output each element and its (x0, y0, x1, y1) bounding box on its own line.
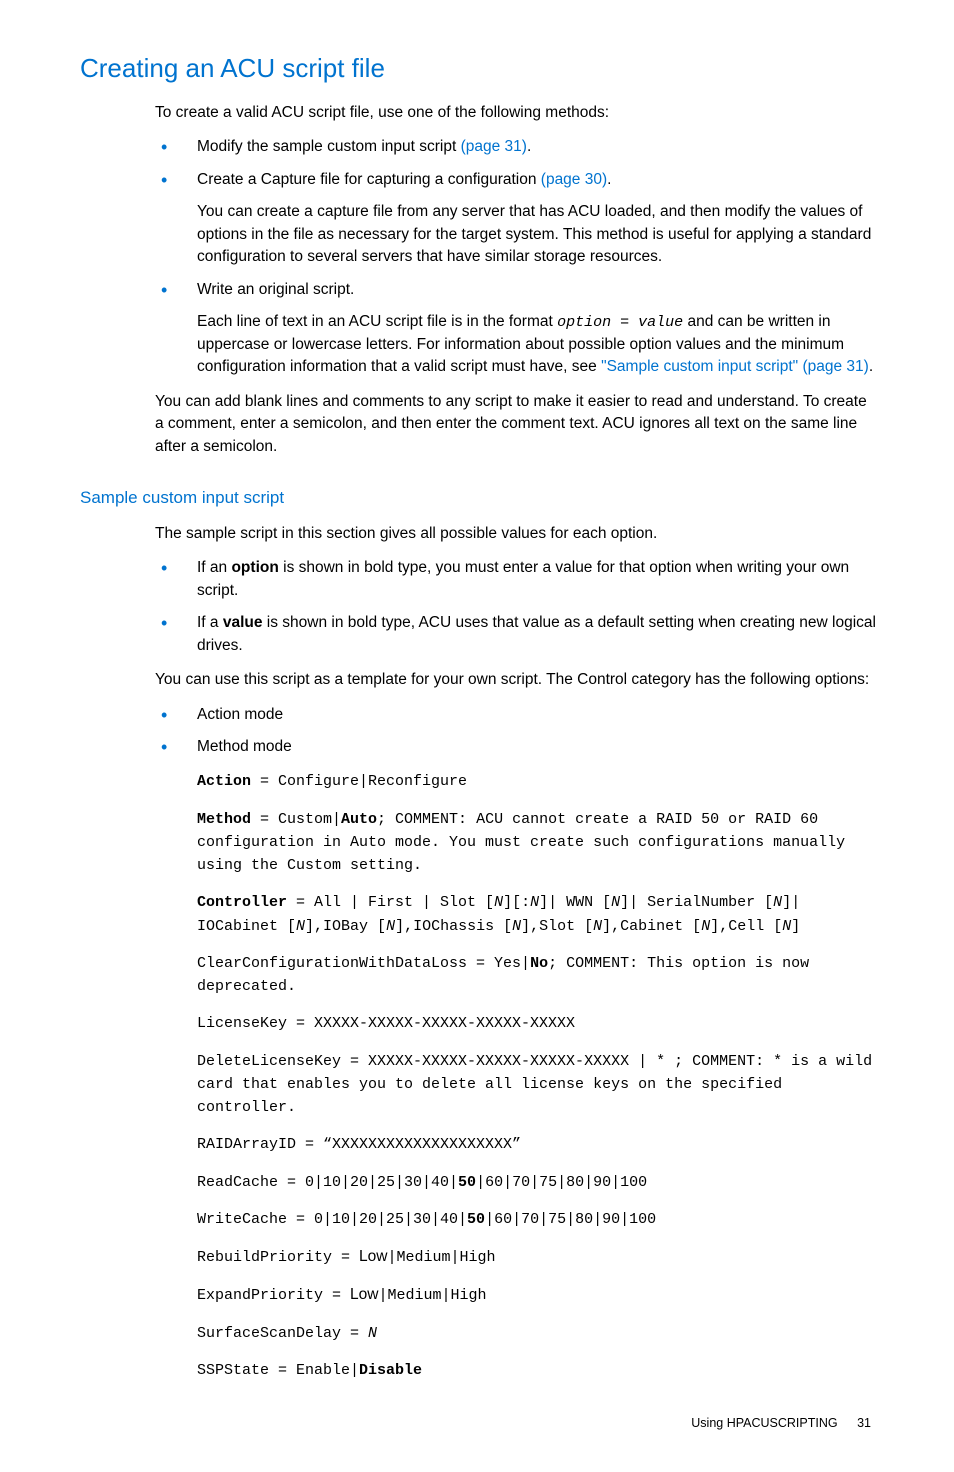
text: Write an original script. (197, 281, 354, 298)
code-line-clearcfg: ClearConfigurationWithDataLoss = Yes|No;… (197, 952, 879, 999)
code-bold: Auto (341, 811, 377, 828)
code-var: N (782, 918, 791, 935)
subsection-heading: Sample custom input script (80, 486, 879, 511)
code-text: option = value (557, 314, 683, 331)
list-item: Modify the sample custom input script (p… (155, 136, 879, 158)
footer-text: Using HPACUSCRIPTING (691, 1416, 837, 1430)
intro-paragraph: To create a valid ACU script file, use o… (155, 102, 879, 124)
code-var: N (512, 918, 521, 935)
text: Modify the sample custom input script (197, 138, 461, 155)
code-text: ]| SerialNumber [ (620, 894, 773, 911)
page-link[interactable]: "Sample custom input script" (page 31) (601, 358, 869, 375)
code-line-surface: SurfaceScanDelay = N (197, 1322, 879, 1345)
code-text: SSPState = Enable| (197, 1362, 359, 1379)
code-text: = Configure|Reconfigure (251, 773, 467, 790)
code-line-sspstate: SSPState = Enable|Disable (197, 1359, 879, 1382)
list-item: Method mode (155, 736, 879, 758)
code-text: WriteCache = 0|10|20|25|30|40| (197, 1211, 467, 1228)
code-key: Action (197, 773, 251, 790)
code-var: N (773, 894, 782, 911)
code-text: ],Cell [ (710, 918, 782, 935)
code-text: ]| WWN [ (539, 894, 611, 911)
text: If an (197, 559, 231, 576)
code-bold: Disable (359, 1362, 422, 1379)
code-text: = All | First | Slot [ (287, 894, 494, 911)
page-link[interactable]: (page 31) (461, 138, 527, 155)
page-link[interactable]: (page 30) (541, 171, 607, 188)
code-var: N (593, 918, 602, 935)
code-text: ],Slot [ (521, 918, 593, 935)
text: . (607, 171, 611, 188)
list-item: If a value is shown in bold type, ACU us… (155, 612, 879, 657)
text: Create a Capture file for capturing a co… (197, 171, 541, 188)
methods-list: Modify the sample custom input script (p… (155, 136, 879, 379)
rules-list: If an option is shown in bold type, you … (155, 557, 879, 657)
list-item: Action mode (155, 704, 879, 726)
code-text: |60|70|75|80|90|100 (476, 1174, 647, 1191)
bold-text: value (223, 614, 263, 631)
code-bold: No (530, 955, 548, 972)
code-var: N (386, 918, 395, 935)
code-line-readcache: ReadCache = 0|10|20|25|30|40|50|60|70|75… (197, 1171, 879, 1194)
code-text: SurfaceScanDelay = (197, 1325, 368, 1342)
code-text: ] (791, 918, 800, 935)
code-bold: 50 (467, 1211, 485, 1228)
page-footer: Using HPACUSCRIPTING 31 (80, 1414, 879, 1432)
section-heading: Creating an ACU script file (80, 50, 879, 88)
code-line-method: Method = Custom|Auto; COMMENT: ACU canno… (197, 808, 879, 878)
code-sans: Low (350, 1286, 378, 1303)
code-var: N (494, 894, 503, 911)
code-bold: 50 (458, 1174, 476, 1191)
code-text: ReadCache = 0|10|20|25|30|40| (197, 1174, 458, 1191)
list-item: If an option is shown in bold type, you … (155, 557, 879, 602)
code-text: |60|70|75|80|90|100 (485, 1211, 656, 1228)
list-item: Create a Capture file for capturing a co… (155, 169, 879, 269)
code-var: N (701, 918, 710, 935)
code-line-rebuild: RebuildPriority = Low|Medium|High (197, 1245, 879, 1269)
code-text: ],IOBay [ (305, 918, 386, 935)
code-text: ExpandPriority = (197, 1287, 350, 1304)
code-line-raidarray: RAIDArrayID = “XXXXXXXXXXXXXXXXXXXX” (197, 1133, 879, 1156)
code-text: = Custom| (251, 811, 341, 828)
code-sans: Low (359, 1248, 387, 1265)
text: . (527, 138, 531, 155)
detail-paragraph: Each line of text in an ACU script file … (197, 311, 879, 379)
code-var: N (530, 894, 539, 911)
code-line-deletelic: DeleteLicenseKey = XXXXX-XXXXX-XXXXX-XXX… (197, 1050, 879, 1120)
code-text: ][: (503, 894, 530, 911)
bold-text: option (231, 559, 278, 576)
code-line-licensekey: LicenseKey = XXXXX-XXXXX-XXXXX-XXXXX-XXX… (197, 1012, 879, 1035)
code-text: ClearConfigurationWithDataLoss = Yes| (197, 955, 530, 972)
text: . (869, 358, 873, 375)
body-paragraph: The sample script in this section gives … (155, 523, 879, 545)
modes-list: Action mode Method mode (155, 704, 879, 759)
text: is shown in bold type, you must enter a … (197, 559, 849, 598)
body-paragraph: You can add blank lines and comments to … (155, 391, 879, 458)
code-text: |Medium|High (378, 1287, 486, 1304)
code-text: ],Cabinet [ (602, 918, 701, 935)
code-key: Controller (197, 894, 287, 911)
code-key: Method (197, 811, 251, 828)
code-var: N (368, 1325, 377, 1342)
page-number: 31 (857, 1416, 871, 1430)
code-var: N (296, 918, 305, 935)
code-text: RebuildPriority = (197, 1249, 359, 1266)
code-text: ],IOChassis [ (395, 918, 512, 935)
code-line-writecache: WriteCache = 0|10|20|25|30|40|50|60|70|7… (197, 1208, 879, 1231)
text: is shown in bold type, ACU uses that val… (197, 614, 876, 653)
text: If a (197, 614, 223, 631)
code-line-action: Action = Configure|Reconfigure (197, 770, 879, 793)
code-text: |Medium|High (387, 1249, 495, 1266)
detail-paragraph: You can create a capture file from any s… (197, 201, 879, 268)
code-line-controller: Controller = All | First | Slot [N][:N]|… (197, 891, 879, 938)
code-var: N (611, 894, 620, 911)
text: Each line of text in an ACU script file … (197, 313, 557, 330)
code-line-expand: ExpandPriority = Low|Medium|High (197, 1283, 879, 1307)
list-item: Write an original script. Each line of t… (155, 279, 879, 379)
body-paragraph: You can use this script as a template fo… (155, 669, 879, 691)
